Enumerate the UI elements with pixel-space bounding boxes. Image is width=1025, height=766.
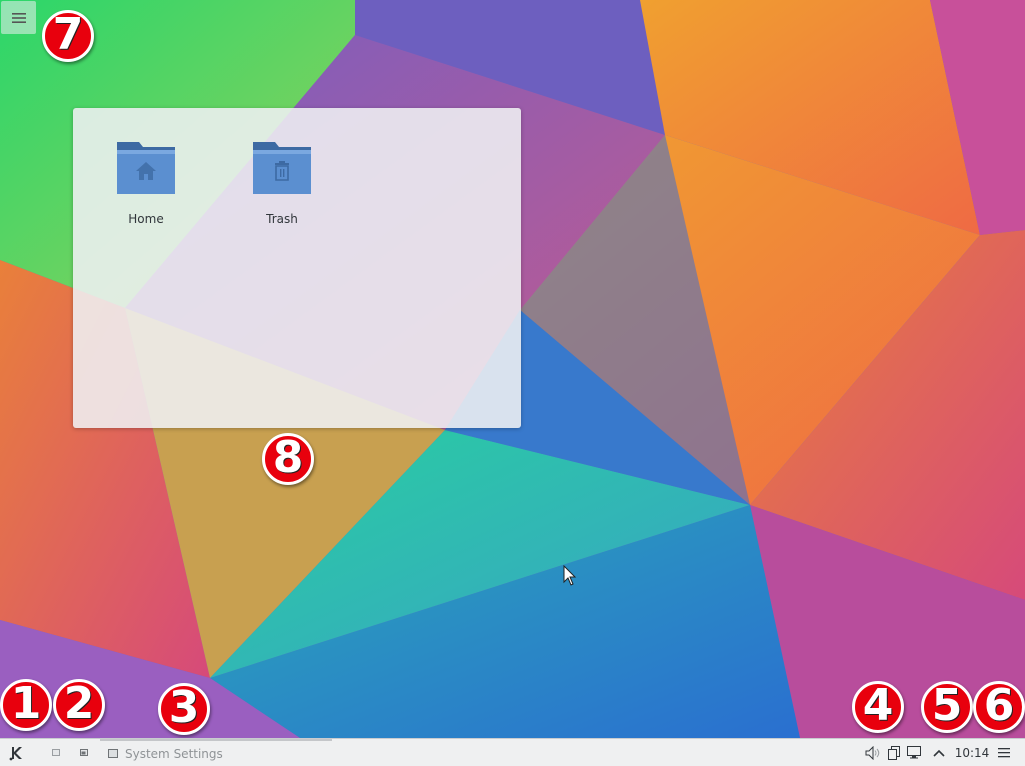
- annotation-badge-5: 5: [921, 681, 973, 733]
- pager-desktop-1[interactable]: [48, 739, 64, 766]
- bottom-panel: System Settings 10:14: [0, 738, 1025, 766]
- desktop-1-icon: [52, 749, 60, 756]
- system-settings-icon: [108, 749, 118, 758]
- annotation-badge-4: 4: [852, 681, 904, 733]
- clipboard-icon: [888, 745, 900, 760]
- annotation-badge-1: 1: [0, 679, 52, 731]
- kde-launcher-icon: [9, 746, 22, 760]
- menu-icon: [11, 12, 26, 23]
- desktop-icon-trash[interactable]: Trash: [242, 140, 322, 226]
- pager-desktop-2[interactable]: [76, 739, 92, 766]
- system-tray-expand-button[interactable]: [929, 739, 949, 766]
- task-label: System Settings: [125, 746, 223, 761]
- display-icon: [907, 746, 921, 759]
- folder-view-widget: Home Trash: [73, 108, 521, 428]
- display-button[interactable]: [904, 739, 924, 766]
- annotation-badge-2: 2: [53, 679, 105, 731]
- hamburger-icon: [998, 748, 1010, 758]
- application-launcher-button[interactable]: [6, 739, 28, 766]
- annotation-badge-3: 3: [158, 683, 210, 735]
- volume-icon: [865, 745, 880, 760]
- trash-folder-icon: [253, 142, 311, 194]
- desktop-icon-home[interactable]: Home: [106, 140, 186, 226]
- mouse-pointer-icon: [563, 565, 577, 586]
- home-folder-icon: [117, 142, 175, 194]
- annotation-badge-8: 8: [262, 433, 314, 485]
- panel-options-button[interactable]: [995, 739, 1013, 766]
- task-system-settings[interactable]: System Settings: [100, 739, 332, 766]
- annotation-badge-6: 6: [973, 681, 1025, 733]
- annotation-badge-7: 7: [42, 10, 94, 62]
- desktop-toolbox-button[interactable]: [1, 1, 36, 34]
- desktop-icon-label: Trash: [266, 212, 298, 226]
- desktop-icon-label: Home: [128, 212, 164, 226]
- desktop-2-icon: [80, 749, 88, 756]
- clock-time: 10:14: [954, 745, 990, 760]
- clipboard-button[interactable]: [885, 739, 903, 766]
- volume-button[interactable]: [863, 739, 883, 766]
- digital-clock[interactable]: 10:14: [951, 739, 993, 766]
- chevron-up-icon: [933, 749, 945, 757]
